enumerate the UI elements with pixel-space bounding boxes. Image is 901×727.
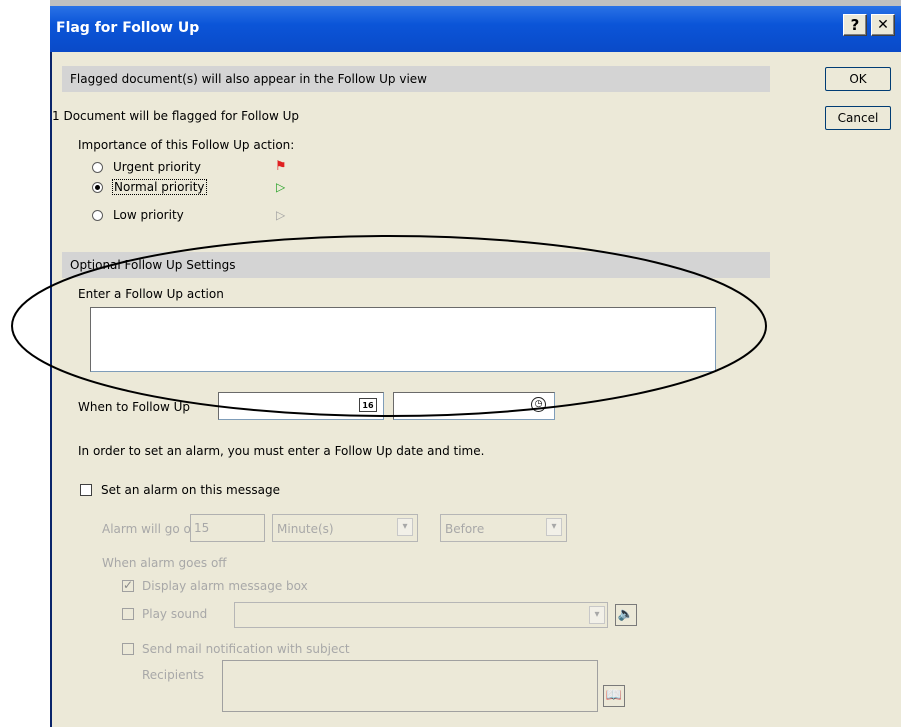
annotation-overlay: [11, 235, 767, 417]
annotation-ellipse: [11, 235, 767, 417]
